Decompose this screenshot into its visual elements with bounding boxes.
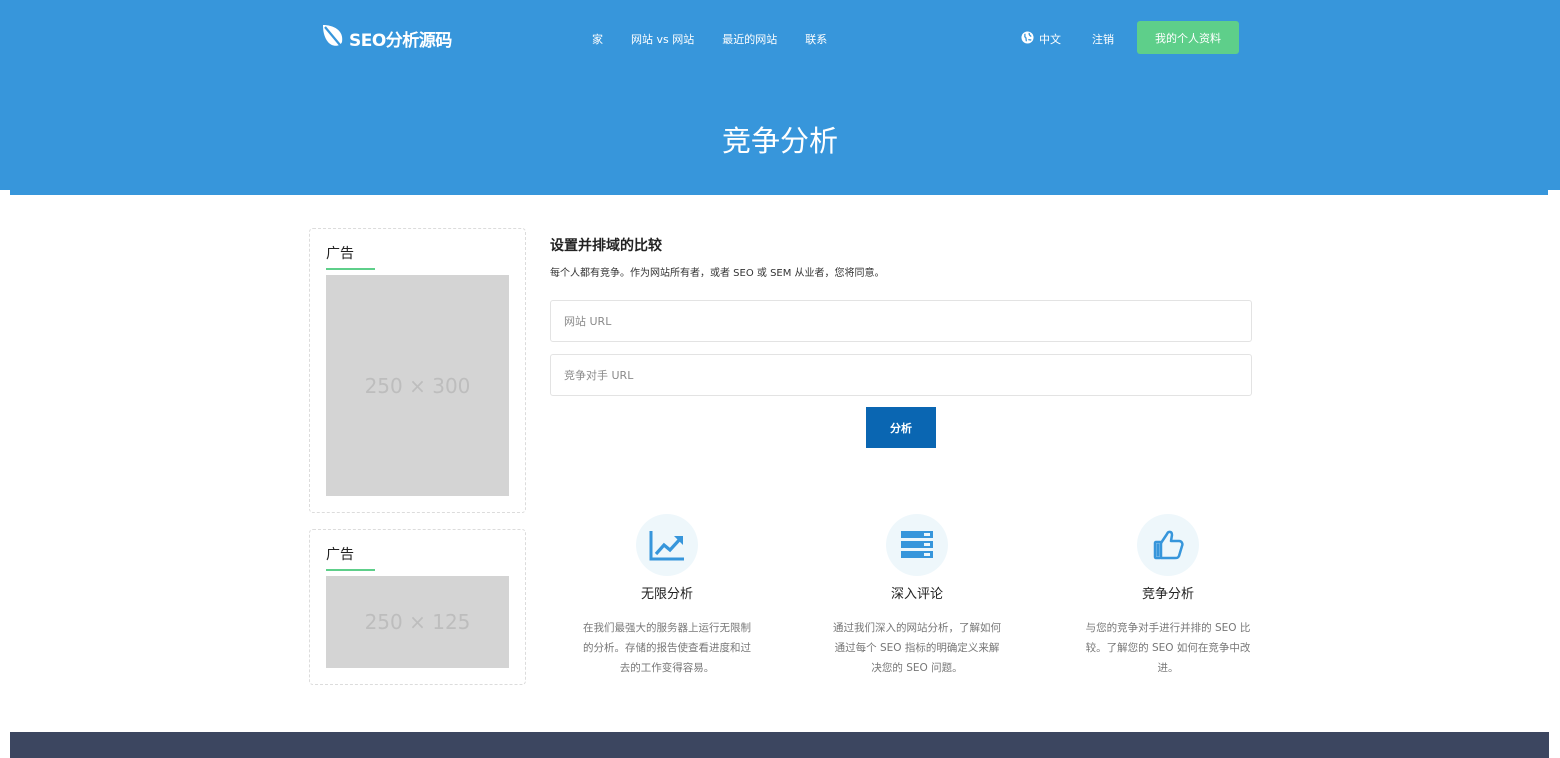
- feature-description: 通过我们深入的网站分析，了解如何通过每个 SEO 指标的明确定义来解决您的 SE…: [833, 622, 1001, 674]
- analyze-button[interactable]: 分析: [866, 407, 936, 448]
- ad-placeholder[interactable]: 250 × 125: [326, 576, 509, 668]
- nav-recent-sites[interactable]: 最近的网站: [722, 31, 777, 49]
- logout-link[interactable]: 注销: [1092, 31, 1114, 47]
- ad-size-label: 250 × 300: [364, 373, 471, 398]
- thumbs-up-icon: [1137, 514, 1199, 576]
- ad-title: 广告: [326, 547, 354, 563]
- ad-box-small: 广告 250 × 125: [309, 529, 526, 685]
- feature-deep-review: 深入评论 通过我们深入的网站分析，了解如何通过每个 SEO 指标的明确定义来解决…: [827, 514, 1007, 678]
- main-nav: 家 网站 vs 网站 最近的网站 联系: [592, 31, 855, 49]
- profile-button[interactable]: 我的个人资料: [1137, 21, 1239, 54]
- logo-text: SEO分析源码: [349, 30, 452, 51]
- ad-title-underline: [326, 569, 375, 571]
- server-icon: [886, 514, 948, 576]
- form-subtitle: 每个人都有竞争。作为网站所有者，或者 SEO 或 SEM 从业者，您将同意。: [550, 268, 885, 279]
- language-label: 中文: [1039, 33, 1061, 46]
- form-title: 设置并排域的比较: [550, 238, 662, 254]
- website-url-input[interactable]: [550, 300, 1252, 342]
- ad-title: 广告: [326, 246, 354, 262]
- ad-title-underline: [326, 268, 375, 270]
- feature-description: 与您的竞争对手进行并排的 SEO 比较。了解您的 SEO 如何在竞争中改进。: [1085, 622, 1251, 674]
- page-title: 竞争分析: [721, 124, 838, 158]
- leaf-icon: [320, 23, 348, 53]
- ad-size-label: 250 × 125: [364, 610, 471, 634]
- ad-box-large: 广告 250 × 300: [309, 228, 526, 513]
- site-logo[interactable]: SEO分析源码: [320, 24, 452, 52]
- chart-trend-icon: [636, 514, 698, 576]
- feature-title: 竞争分析: [1141, 587, 1194, 602]
- feature-title: 深入评论: [890, 587, 943, 602]
- footer-bar: [10, 732, 1549, 758]
- feature-description: 在我们最强大的服务器上运行无限制的分析。存储的报告使查看进度和过去的工作变得容易…: [583, 622, 751, 674]
- nav-home[interactable]: 家: [592, 31, 603, 49]
- feature-title: 无限分析: [640, 587, 693, 602]
- globe-icon: [1021, 31, 1039, 47]
- ad-placeholder[interactable]: 250 × 300: [326, 275, 509, 496]
- hero-banner: [0, 0, 1560, 195]
- language-selector[interactable]: 中文: [1021, 31, 1061, 47]
- hero-edge-left: [0, 190, 10, 195]
- nav-site-vs-site[interactable]: 网站 vs 网站: [631, 31, 694, 49]
- feature-unlimited-analysis: 无限分析 在我们最强大的服务器上运行无限制的分析。存储的报告使查看进度和过去的工…: [577, 514, 757, 678]
- competitor-url-input[interactable]: [550, 354, 1252, 396]
- hero-edge-right: [1548, 190, 1560, 195]
- nav-contact[interactable]: 联系: [805, 31, 827, 49]
- feature-competition-analysis: 竞争分析 与您的竞争对手进行并排的 SEO 比较。了解您的 SEO 如何在竞争中…: [1078, 514, 1258, 678]
